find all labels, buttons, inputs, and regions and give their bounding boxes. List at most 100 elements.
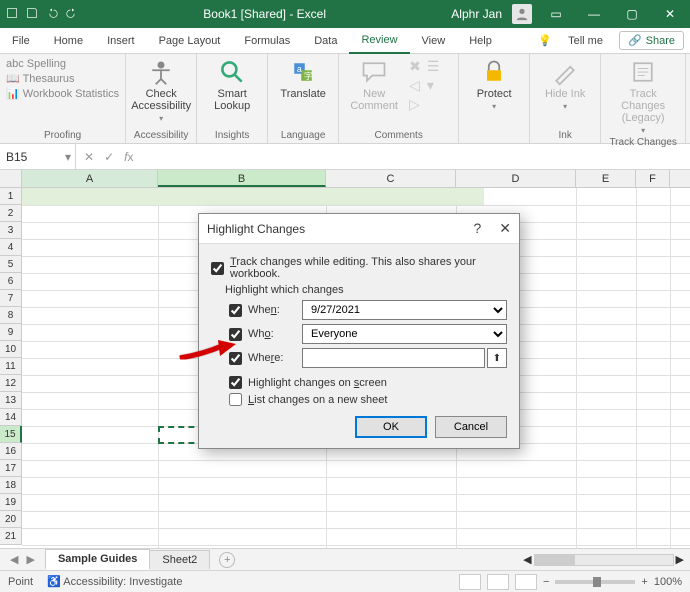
list-newsheet-checkbox[interactable] xyxy=(229,393,242,406)
row-header[interactable]: 4 xyxy=(0,239,22,256)
col-header-b[interactable]: B xyxy=(158,170,326,187)
fx-icon[interactable]: fx xyxy=(124,150,133,164)
sheet-tab-active[interactable]: Sample Guides xyxy=(45,549,150,570)
namebox-dropdown-icon[interactable]: ▾ xyxy=(65,150,75,164)
row-header[interactable]: 6 xyxy=(0,273,22,290)
dialog-help-icon[interactable]: ? xyxy=(473,220,481,237)
sheet-prev-icon[interactable]: ◀ xyxy=(10,553,18,566)
row-header[interactable]: 17 xyxy=(0,460,22,477)
tab-formulas[interactable]: Formulas xyxy=(232,28,302,54)
view-pagebreak-icon[interactable] xyxy=(515,574,537,590)
row-header[interactable]: 10 xyxy=(0,341,22,358)
share-button[interactable]: 🔗 Share xyxy=(619,31,684,50)
hscroll-track[interactable] xyxy=(534,554,674,566)
protect-button[interactable]: Protect▾ xyxy=(465,58,523,111)
row-header[interactable]: 11 xyxy=(0,358,22,375)
row-header[interactable]: 12 xyxy=(0,375,22,392)
row-header[interactable]: 14 xyxy=(0,409,22,426)
avatar-icon[interactable] xyxy=(512,4,532,24)
view-pagelayout-icon[interactable] xyxy=(487,574,509,590)
check-accessibility-button[interactable]: Check Accessibility▾ xyxy=(132,58,190,123)
new-comment-button[interactable]: New Comment xyxy=(345,58,403,113)
row-header[interactable]: 15 xyxy=(0,426,22,443)
hide-ink-button[interactable]: Hide Ink▾ xyxy=(536,58,594,111)
tab-insert[interactable]: Insert xyxy=(95,28,147,54)
col-header-d[interactable]: D xyxy=(456,170,576,187)
row-header[interactable]: 16 xyxy=(0,443,22,460)
row-header[interactable]: 2 xyxy=(0,205,22,222)
row-header[interactable]: 3 xyxy=(0,222,22,239)
zoom-out-icon[interactable]: − xyxy=(543,576,549,588)
thesaurus-button[interactable]: 📖 Thesaurus xyxy=(6,72,119,85)
next-comment-icon[interactable]: ▷ xyxy=(409,96,421,113)
col-header-e[interactable]: E xyxy=(576,170,636,187)
name-box[interactable]: B15▾ xyxy=(0,144,76,169)
when-checkbox[interactable] xyxy=(229,304,242,317)
row-header[interactable]: 5 xyxy=(0,256,22,273)
row-header[interactable]: 21 xyxy=(0,528,22,545)
row-header[interactable]: 7 xyxy=(0,290,22,307)
show-comments-icon[interactable]: ☰ xyxy=(427,58,440,75)
row-header[interactable]: 13 xyxy=(0,392,22,409)
sheet-next-icon[interactable]: ▶ xyxy=(26,553,34,566)
cancel-button[interactable]: Cancel xyxy=(435,416,507,438)
zoom-in-icon[interactable]: + xyxy=(641,576,647,588)
spelling-button[interactable]: abc Spelling xyxy=(6,58,119,70)
status-accessibility[interactable]: ♿ Accessibility: Investigate xyxy=(47,575,182,588)
zoom-level[interactable]: 100% xyxy=(654,576,682,588)
col-header-c[interactable]: C xyxy=(326,170,456,187)
row-header[interactable]: 18 xyxy=(0,477,22,494)
redo-icon[interactable] xyxy=(66,7,78,22)
hscroll-thumb[interactable] xyxy=(535,555,575,565)
new-sheet-button[interactable]: + xyxy=(219,552,235,568)
autosave-icon[interactable] xyxy=(6,7,18,22)
where-input[interactable] xyxy=(302,348,485,368)
when-select[interactable]: 9/27/2021 xyxy=(302,300,507,320)
col-header-f[interactable]: F xyxy=(636,170,670,187)
tab-pagelayout[interactable]: Page Layout xyxy=(147,28,233,54)
tab-review[interactable]: Review xyxy=(349,28,409,54)
row-header[interactable]: 19 xyxy=(0,494,22,511)
hscroll-right-icon[interactable]: ▶ xyxy=(676,553,684,566)
maximize-icon[interactable]: ▢ xyxy=(618,7,646,21)
close-icon[interactable]: ✕ xyxy=(656,7,684,21)
hscroll-left-icon[interactable]: ◀ xyxy=(523,553,531,566)
zoom-slider[interactable] xyxy=(555,580,635,584)
sheet-tab-other[interactable]: Sheet2 xyxy=(149,550,210,569)
tab-home[interactable]: Home xyxy=(42,28,95,54)
highlight-onscreen-checkbox[interactable] xyxy=(229,376,242,389)
col-header-a[interactable]: A xyxy=(22,170,158,187)
where-checkbox[interactable] xyxy=(229,352,242,365)
ribbon-display-icon[interactable]: ▭ xyxy=(542,7,570,21)
tellme[interactable]: Tell me xyxy=(556,28,615,54)
save-icon[interactable] xyxy=(26,7,38,22)
undo-icon[interactable] xyxy=(46,7,58,22)
enter-formula-icon[interactable]: ✓ xyxy=(104,150,114,164)
who-checkbox[interactable] xyxy=(229,328,242,341)
cancel-formula-icon[interactable]: ✕ xyxy=(84,150,94,164)
range-picker-icon[interactable]: ⬆ xyxy=(487,348,507,368)
track-changes-checkbox[interactable] xyxy=(211,262,224,275)
track-changes-button[interactable]: Track Changes (Legacy)▾ xyxy=(607,58,679,135)
workbook-stats-button[interactable]: 📊 Workbook Statistics xyxy=(6,87,119,100)
row-header[interactable]: 8 xyxy=(0,307,22,324)
row-header[interactable]: 1 xyxy=(0,188,22,205)
tab-help[interactable]: Help xyxy=(457,28,504,54)
tab-view[interactable]: View xyxy=(410,28,458,54)
tab-file[interactable]: File xyxy=(0,28,42,54)
view-normal-icon[interactable] xyxy=(459,574,481,590)
translate-button[interactable]: a字 Translate xyxy=(274,58,332,100)
prev-comment-icon[interactable]: ◁ xyxy=(409,77,421,94)
row-header[interactable]: 9 xyxy=(0,324,22,341)
group-label-insights: Insights xyxy=(203,128,261,141)
who-select[interactable]: Everyone xyxy=(302,324,507,344)
minimize-icon[interactable]: — xyxy=(580,7,608,21)
delete-comment-icon[interactable]: ✖ xyxy=(409,58,421,75)
row-header[interactable]: 20 xyxy=(0,511,22,528)
notes-icon[interactable]: ▾ xyxy=(427,77,440,94)
select-all-corner[interactable] xyxy=(0,170,22,187)
tab-data[interactable]: Data xyxy=(302,28,349,54)
ok-button[interactable]: OK xyxy=(355,416,427,438)
smart-lookup-button[interactable]: Smart Lookup xyxy=(203,58,261,112)
dialog-close-icon[interactable]: ✕ xyxy=(499,220,511,237)
